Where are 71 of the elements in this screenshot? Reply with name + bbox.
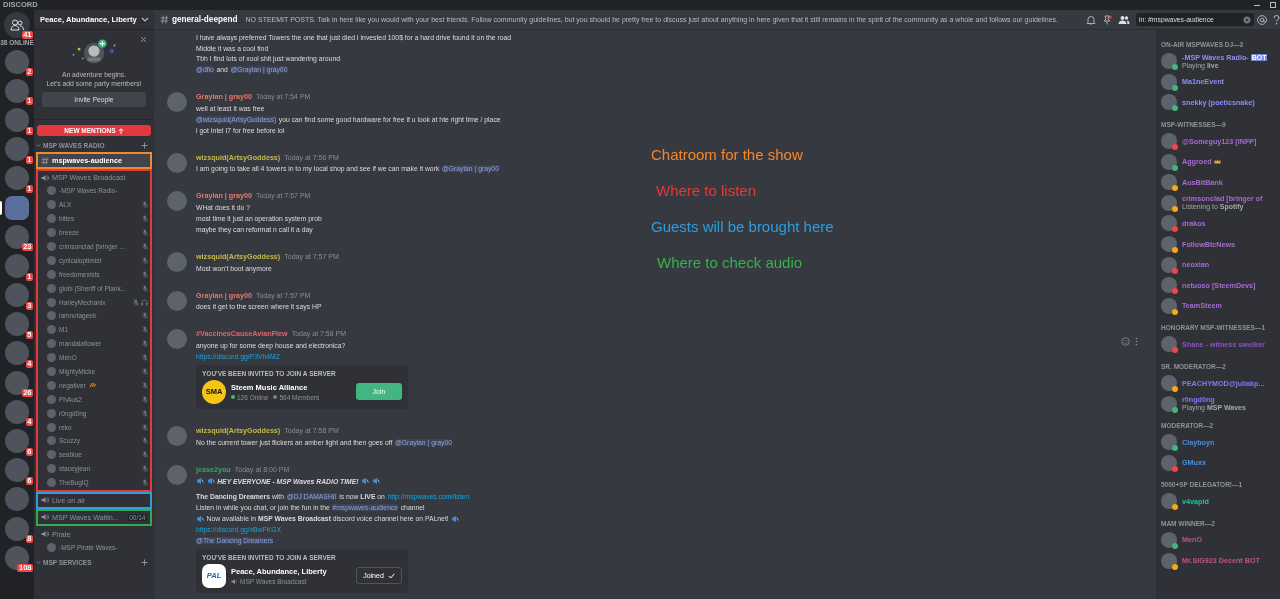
user-avatar [167, 290, 187, 311]
user-avatar[interactable] [1161, 53, 1177, 70]
user-avatar[interactable] [1161, 236, 1177, 253]
hash-icon [41, 156, 49, 165]
user-avatar [167, 425, 187, 446]
mention-icon[interactable] [1257, 14, 1267, 25]
speaker-icon [41, 530, 49, 539]
user-avatar[interactable] [1161, 153, 1177, 170]
user-avatar[interactable] [1161, 94, 1177, 111]
caret-icon [36, 560, 41, 566]
speaker-icon [41, 496, 49, 505]
user-avatar[interactable] [1161, 375, 1177, 391]
plus-icon[interactable] [141, 142, 148, 149]
selection-indicator [0, 200, 2, 215]
check-icon [387, 572, 395, 579]
emoji-icon [451, 514, 460, 523]
online-dot-icon [231, 395, 235, 400]
add-reaction-icon[interactable] [1121, 337, 1130, 347]
emoji-icon [371, 477, 380, 486]
user-avatar [167, 191, 187, 212]
annotation-text: Guests will be brought here [651, 218, 834, 236]
emoji-icon [361, 477, 370, 486]
minimize-icon[interactable] [1254, 2, 1260, 8]
emoji-icon [196, 477, 204, 486]
user-avatar[interactable] [1161, 336, 1177, 353]
people-icon [10, 18, 24, 31]
user-avatar[interactable] [1161, 277, 1177, 294]
user-avatar [167, 251, 187, 272]
user-avatar [167, 152, 187, 173]
user-avatar[interactable] [1161, 552, 1177, 569]
user-avatar[interactable] [1161, 434, 1177, 451]
chevron-icon [141, 17, 149, 22]
user-avatar[interactable] [1161, 454, 1177, 471]
members-dot-icon [273, 395, 278, 400]
server-icon[interactable] [5, 545, 29, 570]
user-avatar[interactable] [1161, 256, 1177, 273]
user-avatar[interactable] [1161, 73, 1177, 90]
user-avatar[interactable] [1161, 174, 1177, 191]
user-avatar[interactable] [1161, 493, 1177, 510]
help-icon[interactable] [1273, 14, 1280, 25]
arrow-up-icon [117, 127, 124, 134]
user-avatar[interactable] [1161, 532, 1177, 548]
user-avatar [167, 464, 187, 485]
friends-button[interactable] [4, 11, 30, 38]
user-avatar[interactable] [1161, 194, 1177, 211]
user-avatar[interactable] [1161, 133, 1177, 150]
annotation-text: Chatroom for the show [651, 146, 804, 164]
maximize-icon[interactable] [1270, 2, 1276, 8]
user-avatar[interactable] [1161, 215, 1177, 232]
emoji-icon [196, 514, 204, 523]
annotation-text: Where to check audio [657, 254, 804, 272]
user-avatar [167, 329, 187, 350]
close-icon[interactable] [140, 36, 147, 43]
bell-icon[interactable] [1086, 14, 1096, 25]
user-avatar [167, 92, 187, 113]
pin-icon[interactable] [1102, 14, 1112, 25]
user-avatar[interactable] [1161, 297, 1177, 314]
user-avatar[interactable] [1161, 395, 1177, 412]
speaker-icon [41, 173, 49, 182]
speaker-icon [41, 513, 49, 522]
caret-icon [36, 143, 41, 148]
hash-icon [160, 15, 169, 24]
server-icon[interactable] [5, 370, 29, 395]
speaker-icon [231, 577, 238, 585]
plus-icon[interactable] [141, 559, 148, 567]
user-avatar [47, 543, 56, 553]
emoji-icon [206, 477, 215, 486]
members-icon[interactable] [1118, 14, 1130, 25]
server-icon[interactable] [5, 224, 29, 249]
channel-title: general-deepend [172, 15, 238, 24]
annotation-text: Where to listen [656, 182, 758, 200]
